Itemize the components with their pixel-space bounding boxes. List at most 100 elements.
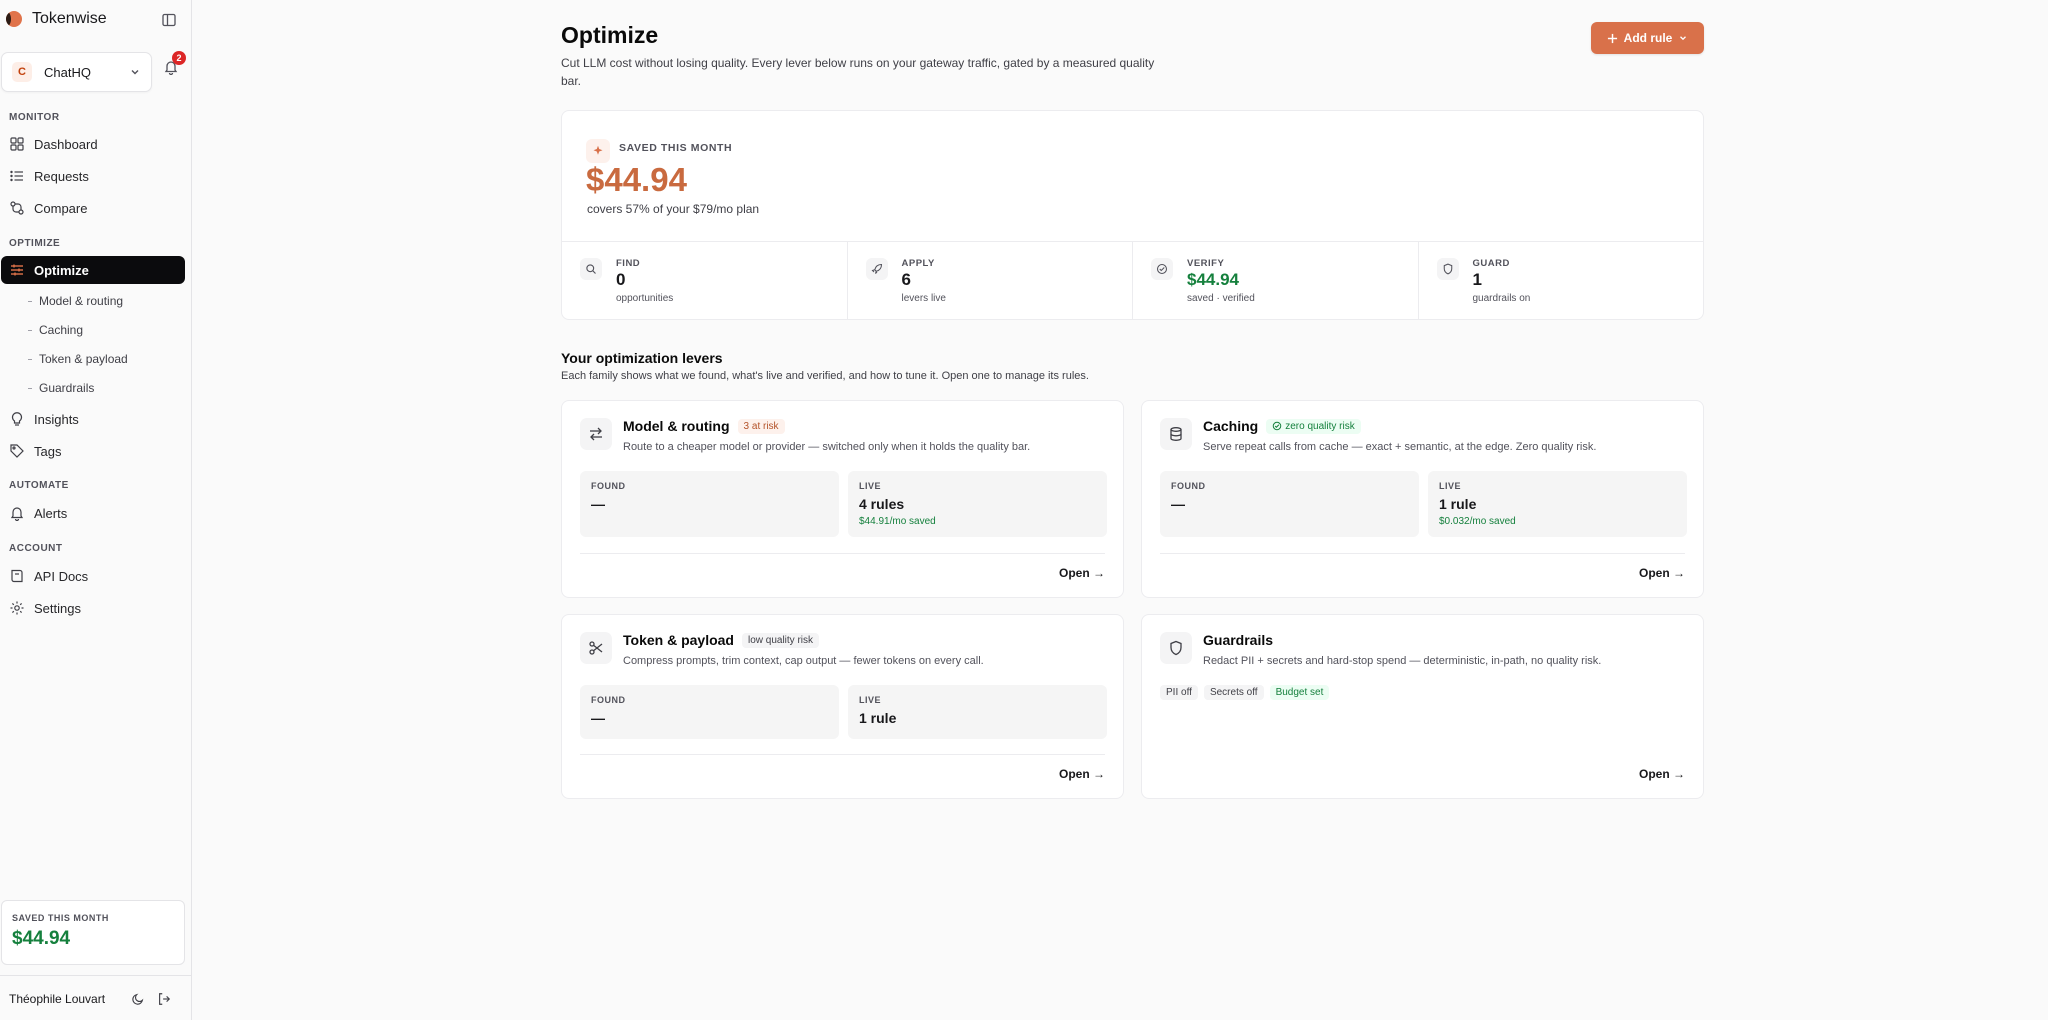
lever-description: Route to a cheaper model or provider — s… bbox=[623, 441, 1031, 453]
nav-item-api-docs[interactable]: API Docs bbox=[1, 562, 185, 590]
logout-icon[interactable] bbox=[157, 992, 171, 1006]
bell-icon bbox=[10, 507, 24, 521]
nav-item-settings[interactable]: Settings bbox=[1, 594, 185, 622]
nav-label: Tags bbox=[34, 443, 62, 459]
shield-icon bbox=[1160, 632, 1192, 664]
live-value: 1 rule bbox=[1439, 496, 1477, 512]
brand-logo-icon bbox=[6, 11, 22, 27]
hero-value: $44.94 bbox=[586, 161, 687, 198]
sidebar: Tokenwise C ChatHQ 2 MONITOR Dashboard R… bbox=[0, 0, 192, 1020]
stat-sub: opportunities bbox=[616, 293, 674, 304]
nav-item-tags[interactable]: Tags bbox=[1, 437, 185, 465]
found-label: FOUND bbox=[591, 695, 626, 705]
live-saved: $44.91/mo saved bbox=[859, 516, 936, 527]
brand[interactable]: Tokenwise bbox=[6, 10, 107, 28]
lever-description: Serve repeat calls from cache — exact + … bbox=[1203, 441, 1597, 453]
stat-value: 6 bbox=[901, 270, 911, 289]
nav-item-alerts[interactable]: Alerts bbox=[1, 499, 185, 527]
scissors-icon bbox=[580, 632, 612, 664]
savings-hero-card: SAVED THIS MONTH $44.94 covers 57% of yo… bbox=[561, 110, 1704, 320]
lever-title-row: Guardrails bbox=[1203, 632, 1273, 648]
nav-label: Alerts bbox=[34, 505, 68, 521]
saved-label: SAVED THIS MONTH bbox=[12, 913, 109, 923]
brand-name: Tokenwise bbox=[32, 10, 107, 27]
risk-badge: 3 at risk bbox=[737, 418, 785, 434]
found-box: FOUND — bbox=[580, 685, 839, 739]
risk-badge: low quality risk bbox=[741, 632, 820, 648]
sidebar-toggle-icon[interactable] bbox=[161, 12, 177, 28]
search-icon bbox=[580, 258, 602, 280]
sidebar-sub-item-guardrails[interactable]: Guardrails bbox=[28, 381, 94, 395]
stat-guard: GUARD 1 guardrails on bbox=[1419, 242, 1704, 320]
stat-sub: levers live bbox=[901, 293, 946, 304]
page-description: Cut LLM cost without losing quality. Eve… bbox=[561, 56, 1155, 88]
live-box: LIVE 4 rules $44.91/mo saved bbox=[848, 471, 1107, 537]
nav-label: Dashboard bbox=[34, 136, 98, 152]
open-link-model-routing[interactable]: Open → bbox=[1059, 566, 1105, 580]
lever-title: Guardrails bbox=[1203, 632, 1274, 648]
open-link-token-payload[interactable]: Open → bbox=[1059, 767, 1105, 781]
section-label-monitor: MONITOR bbox=[9, 112, 60, 123]
found-box: FOUND — bbox=[580, 471, 839, 537]
nav-item-insights[interactable]: Insights bbox=[1, 405, 185, 433]
sub-item-label: Token & payload bbox=[39, 352, 128, 366]
sliders-icon bbox=[11, 264, 23, 276]
stat-verify: VERIFY $44.94 saved · verified bbox=[1133, 242, 1419, 320]
lever-title: Token & payload bbox=[623, 632, 734, 648]
found-value: — bbox=[1171, 496, 1185, 512]
levers-section-description: Each family shows what we found, what's … bbox=[561, 370, 1089, 382]
nav-label: Settings bbox=[34, 600, 81, 616]
live-label: LIVE bbox=[859, 481, 882, 491]
stat-value: 0 bbox=[616, 270, 626, 289]
lever-title: Caching bbox=[1203, 418, 1259, 434]
live-label: LIVE bbox=[1439, 481, 1462, 491]
live-box: LIVE 1 rule $0.032/mo saved bbox=[1428, 471, 1687, 537]
live-saved: $0.032/mo saved bbox=[1439, 516, 1516, 527]
lever-description: Compress prompts, trim context, cap outp… bbox=[623, 655, 984, 667]
risk-badge: zero quality risk bbox=[1266, 418, 1361, 434]
found-value: — bbox=[591, 496, 605, 512]
lever-card-model-routing: Model & routing 3 at risk Route to a che… bbox=[561, 400, 1124, 598]
nav-label: Insights bbox=[34, 411, 79, 427]
nav-item-optimize[interactable]: Optimize bbox=[1, 256, 185, 284]
notification-badge: 2 bbox=[172, 51, 186, 65]
saved-value: $44.94 bbox=[12, 928, 71, 949]
shield-icon bbox=[1436, 258, 1459, 280]
chip-pii: PII off bbox=[1160, 685, 1198, 700]
open-link-guardrails[interactable]: Open → bbox=[1639, 767, 1685, 781]
sidebar-sub-item-caching[interactable]: Caching bbox=[28, 323, 83, 337]
user-name: Théophile Louvart bbox=[9, 992, 106, 1006]
nav-item-requests[interactable]: Requests bbox=[1, 162, 185, 190]
stat-sub: saved · verified bbox=[1187, 293, 1255, 304]
list-icon bbox=[10, 170, 23, 182]
tag-icon bbox=[10, 444, 24, 458]
levers-section-title: Your optimization levers bbox=[561, 350, 723, 366]
stat-label: FIND bbox=[616, 258, 641, 269]
hero-label: SAVED THIS MONTH bbox=[619, 142, 733, 154]
stat-find: FIND 0 opportunities bbox=[562, 242, 848, 320]
sidebar-sub-item-token-payload[interactable]: Token & payload bbox=[28, 352, 128, 366]
sidebar-sub-item-model-routing[interactable]: Model & routing bbox=[28, 294, 123, 308]
stat-apply: APPLY 6 levers live bbox=[848, 242, 1133, 320]
lever-title: Model & routing bbox=[623, 418, 730, 434]
add-rule-button[interactable]: Add rule bbox=[1591, 22, 1704, 54]
add-rule-label: Add rule bbox=[1623, 31, 1673, 45]
hero-subtitle: covers 57% of your $79/mo plan bbox=[587, 202, 760, 216]
hero-stats-row: FIND 0 opportunities APPLY 6 levers live… bbox=[562, 241, 1703, 320]
stat-label: GUARD bbox=[1472, 258, 1510, 269]
sub-item-label: Guardrails bbox=[39, 381, 95, 395]
section-label-automate: AUTOMATE bbox=[9, 480, 69, 491]
sidebar-divider bbox=[0, 975, 191, 976]
lever-card-token-payload: Token & payload low quality risk Compres… bbox=[561, 614, 1124, 799]
workspace-switcher[interactable]: C ChatHQ bbox=[1, 52, 152, 92]
dashboard-icon bbox=[10, 137, 24, 151]
nav-item-compare[interactable]: Compare bbox=[1, 194, 185, 222]
chip-secrets: Secrets off bbox=[1203, 685, 1264, 700]
check-circle-icon bbox=[1151, 258, 1173, 280]
lever-divider bbox=[580, 553, 1105, 554]
open-link-caching[interactable]: Open → bbox=[1639, 566, 1685, 580]
nav-item-dashboard[interactable]: Dashboard bbox=[1, 130, 185, 158]
found-label: FOUND bbox=[591, 481, 626, 491]
check-circle-icon bbox=[1272, 421, 1282, 431]
moon-icon[interactable] bbox=[131, 992, 145, 1006]
